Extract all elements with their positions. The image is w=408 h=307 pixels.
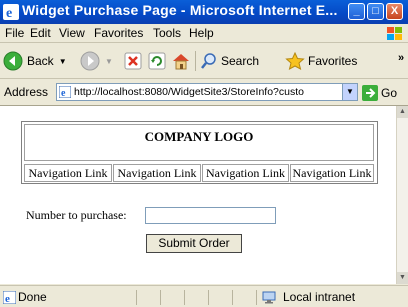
nav-link-1[interactable]: Navigation Link xyxy=(24,164,112,182)
address-url: http://localhost:8080/WidgetSite3/StoreI… xyxy=(74,86,304,98)
svg-text:e: e xyxy=(5,293,10,304)
status-text: Done xyxy=(18,290,47,304)
svg-text:e: e xyxy=(61,88,66,98)
home-button[interactable] xyxy=(171,49,191,73)
scroll-down-icon[interactable]: ▼ xyxy=(397,272,408,284)
menu-favorites[interactable]: Favorites xyxy=(94,26,143,40)
go-label: Go xyxy=(381,86,398,100)
refresh-icon xyxy=(148,52,166,70)
internet-explorer-icon: e xyxy=(3,4,19,20)
windows-logo-icon xyxy=(387,27,402,40)
forward-arrow-icon xyxy=(80,51,100,71)
page-icon: e xyxy=(59,86,71,98)
search-label: Search xyxy=(221,54,260,68)
toolbar-separator xyxy=(195,51,196,71)
home-icon xyxy=(173,54,189,70)
address-label: Address xyxy=(4,85,49,99)
status-pane xyxy=(136,290,154,305)
browser-window: e Widget Purchase Page - Microsoft Inter… xyxy=(0,0,408,307)
standard-toolbar: Back ▼ ▼ Search Favorites » xyxy=(0,43,408,79)
address-input[interactable]: e http://localhost:8080/WidgetSite3/Stor… xyxy=(56,83,358,101)
minimize-button[interactable]: _ xyxy=(348,3,365,20)
menu-edit[interactable]: Edit xyxy=(30,26,51,40)
forward-button[interactable]: ▼ xyxy=(80,49,113,73)
address-bar: Address e http://localhost:8080/WidgetSi… xyxy=(0,79,408,106)
menu-tools[interactable]: Tools xyxy=(153,26,181,40)
favorites-label: Favorites xyxy=(308,54,358,68)
menu-help[interactable]: Help xyxy=(189,26,214,40)
purchase-quantity-input[interactable] xyxy=(145,207,276,224)
back-arrow-icon xyxy=(3,51,23,71)
title-bar: e Widget Purchase Page - Microsoft Inter… xyxy=(0,0,408,24)
security-zone-text: Local intranet xyxy=(283,290,356,304)
submit-order-button[interactable]: Submit Order xyxy=(146,234,242,253)
page-done-icon: e xyxy=(3,291,16,304)
favorites-star-icon xyxy=(285,52,305,70)
purchase-quantity-label: Number to purchase: xyxy=(26,208,127,222)
chevron-down-icon[interactable]: ▼ xyxy=(105,57,113,66)
company-logo: COMPANY LOGO xyxy=(24,124,374,161)
maximize-button[interactable]: □ xyxy=(367,3,384,20)
refresh-button[interactable] xyxy=(148,49,166,73)
company-logo-text: COMPANY LOGO xyxy=(144,129,254,144)
search-icon xyxy=(201,53,216,69)
menu-view[interactable]: View xyxy=(59,26,85,40)
stop-icon xyxy=(124,52,142,70)
menu-bar: File Edit View Favorites Tools Help xyxy=(0,24,408,43)
favorites-button[interactable]: Favorites xyxy=(285,49,357,73)
status-pane xyxy=(232,290,250,305)
nav-link-4[interactable]: Navigation Link xyxy=(290,164,374,182)
local-intranet-icon xyxy=(262,291,276,304)
status-pane xyxy=(160,290,178,305)
go-arrow-icon xyxy=(362,85,378,101)
vertical-scrollbar[interactable]: ▲ ▼ xyxy=(396,106,408,284)
search-button[interactable]: Search xyxy=(200,49,259,73)
status-bar: e Done Local intranet xyxy=(0,285,408,307)
close-button[interactable]: X xyxy=(386,3,403,20)
menu-file[interactable]: File xyxy=(5,26,24,40)
stop-button[interactable] xyxy=(124,49,142,73)
toolbar-overflow-chevron[interactable]: » xyxy=(398,52,404,64)
svg-text:e: e xyxy=(6,6,12,20)
chevron-down-icon[interactable]: ▼ xyxy=(59,57,67,66)
go-button[interactable]: Go xyxy=(362,85,397,101)
back-label: Back xyxy=(27,54,54,68)
nav-link-2[interactable]: Navigation Link xyxy=(113,164,201,182)
nav-link-3[interactable]: Navigation Link xyxy=(202,164,289,182)
status-pane xyxy=(208,290,226,305)
window-title: Widget Purchase Page - Microsoft Interne… xyxy=(22,2,338,18)
back-button[interactable]: Back ▼ xyxy=(3,49,67,73)
scroll-up-icon[interactable]: ▲ xyxy=(397,106,408,118)
address-dropdown-icon[interactable]: ▼ xyxy=(342,84,357,100)
status-pane xyxy=(184,290,202,305)
